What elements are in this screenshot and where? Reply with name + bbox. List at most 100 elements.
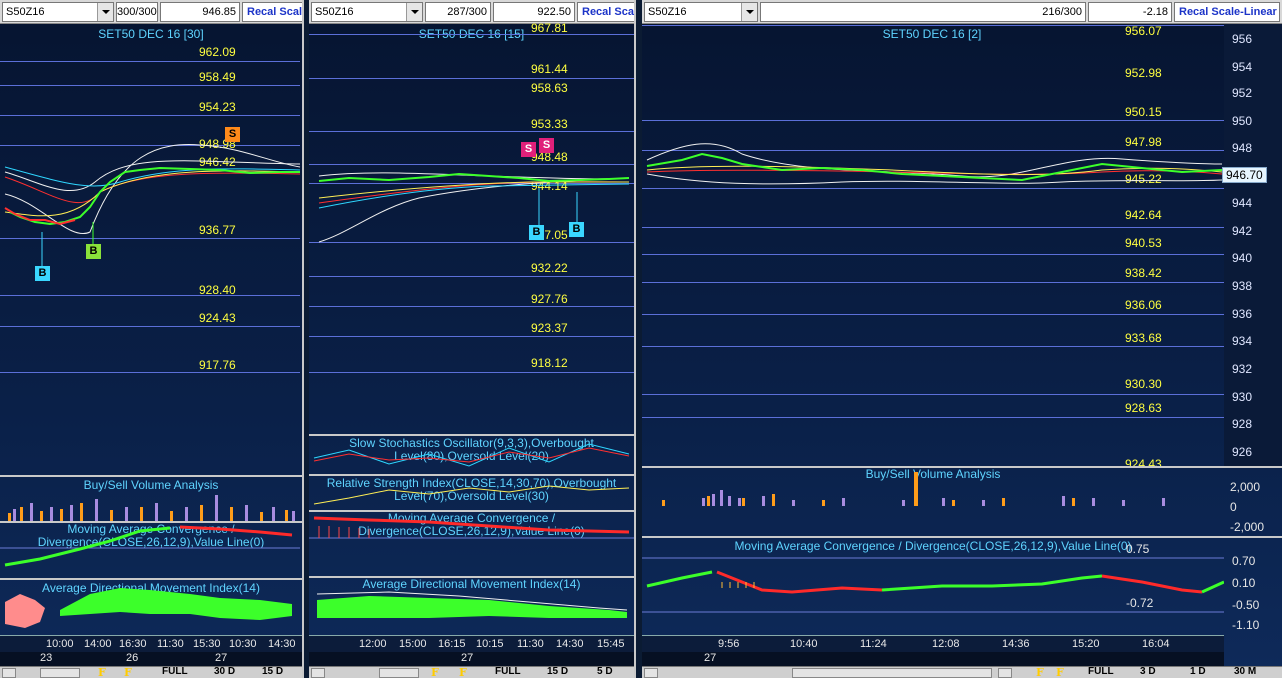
- formula-icon[interactable]: F: [431, 666, 439, 678]
- symbol-select[interactable]: S50Z16: [2, 2, 114, 22]
- time-label: 16:15: [438, 638, 466, 650]
- y-tick: 948: [1232, 141, 1253, 155]
- price-display: 922.50: [493, 2, 575, 22]
- scroll-thumb[interactable]: [792, 668, 992, 678]
- macd-tick: -1.10: [1232, 618, 1260, 632]
- symbol-value: S50Z16: [6, 6, 45, 18]
- time-label: 14:30: [268, 638, 296, 650]
- bar-count: 300/300: [116, 2, 158, 22]
- scroll-right-button[interactable]: [998, 668, 1012, 678]
- symbol-select[interactable]: S50Z16: [644, 2, 758, 22]
- pane-bottom-toolbar: F F FULL 3 D 1 D 30 M: [642, 666, 1282, 678]
- rsi-indicator-panel[interactable]: Relative Strength Index(CLOSE,14,30,70),…: [309, 476, 634, 510]
- date-label: 23: [40, 652, 53, 664]
- adx-indicator-panel[interactable]: Average Directional Movement Index(14): [309, 578, 634, 635]
- pane-toolbar: S50Z16 300/300 946.85 Recal Scale: [0, 0, 302, 24]
- y-tick: 928: [1232, 417, 1253, 431]
- price-chart-area[interactable]: 962.09 958.49 954.23 948.98 946.42 936.7…: [0, 42, 302, 474]
- date-label: 27: [704, 652, 717, 664]
- y-tick: 956: [1232, 32, 1253, 46]
- volume-bars-svg: [8, 495, 295, 521]
- y-tick: 942: [1232, 224, 1253, 238]
- range-30d-button[interactable]: 30 D: [214, 666, 235, 677]
- time-label: 10:40: [790, 638, 818, 650]
- range-1d-button[interactable]: 1 D: [1190, 666, 1206, 677]
- y-tick: 930: [1232, 390, 1253, 404]
- macd-value: 0.75: [1126, 542, 1150, 556]
- sell-signal-marker[interactable]: S: [521, 142, 536, 157]
- sell-signal-marker[interactable]: S: [539, 138, 554, 153]
- volume-indicator-panel[interactable]: Buy/Sell Volume Analysis: [0, 477, 302, 521]
- price-chart-area[interactable]: 967.81 961.44 958.63 953.33 948.48 944.1…: [309, 21, 634, 434]
- volume-tick: -2,000: [1230, 520, 1265, 534]
- stochastic-indicator-panel[interactable]: Slow Stochastics Oscillator(9,3,3),Overb…: [309, 436, 634, 474]
- y-tick: 940: [1232, 251, 1253, 265]
- sell-signal-marker[interactable]: S: [225, 127, 240, 142]
- range-5d-button[interactable]: 5 D: [597, 666, 613, 677]
- price-display: 946.85: [160, 2, 240, 22]
- chevron-down-icon[interactable]: [741, 3, 757, 21]
- macd-indicator-panel[interactable]: Moving Average Convergence / Divergence(…: [0, 523, 302, 578]
- time-label: 14:30: [556, 638, 584, 650]
- range-15d-button[interactable]: 15 D: [547, 666, 568, 677]
- price-chart-area[interactable]: 956.07 952.98 950.15 947.98 945.22 942.6…: [642, 24, 1224, 471]
- rsi-svg: [313, 485, 630, 505]
- chart-title: SET50 DEC 16 [30]: [98, 27, 204, 41]
- range-full-button[interactable]: FULL: [495, 666, 521, 677]
- scroll-left-button[interactable]: [644, 668, 658, 678]
- time-label: 15:45: [597, 638, 625, 650]
- recal-scale-button[interactable]: Recal Scale-Linear: [1174, 2, 1280, 22]
- time-label: 11:30: [157, 638, 184, 650]
- time-axis: 12:00 15:00 16:15 10:15 11:30 14:30 15:4…: [309, 635, 634, 652]
- scroll-thumb[interactable]: [379, 668, 419, 678]
- time-label: 16:04: [1142, 638, 1170, 650]
- y-tick: 950: [1232, 114, 1253, 128]
- y-tick: 932: [1232, 362, 1253, 376]
- scroll-left-button[interactable]: [311, 668, 325, 678]
- symbol-value: S50Z16: [648, 6, 687, 18]
- chevron-down-icon[interactable]: [97, 3, 113, 21]
- formula-icon[interactable]: F: [1056, 666, 1064, 678]
- range-15d-button[interactable]: 15 D: [262, 666, 283, 677]
- time-axis: 10:00 14:00 16:30 11:30 15:30 10:30 14:3…: [0, 635, 302, 652]
- bar-count: 216/300: [760, 2, 1086, 22]
- volume-tick: 2,000: [1230, 480, 1261, 494]
- pane-bottom-toolbar: F F FULL 30 D 15 D: [0, 666, 302, 678]
- formula-icon[interactable]: F: [1036, 666, 1044, 678]
- pane-toolbar: S50Z16 287/300 922.50 Recal Scale: [309, 0, 634, 24]
- chevron-down-icon[interactable]: [406, 3, 422, 21]
- price-axis[interactable]: 956 954 952 950 948 946.70 944 942 940 9…: [1222, 24, 1282, 466]
- buy-signal-marker[interactable]: B: [35, 266, 50, 281]
- time-label: 11:24: [860, 638, 887, 650]
- volume-indicator-panel[interactable]: Buy/Sell Volume Analysis 2,000 0 -2,000: [642, 468, 1282, 536]
- scroll-thumb[interactable]: [40, 668, 80, 678]
- adx-indicator-panel[interactable]: Average Directional Movement Index(14): [0, 580, 302, 635]
- buy-signal-marker[interactable]: B: [529, 225, 544, 240]
- range-3d-button[interactable]: 3 D: [1140, 666, 1156, 677]
- recal-scale-button[interactable]: Recal Scale: [577, 2, 634, 22]
- stochastic-svg: [313, 443, 630, 467]
- price-display: -2.18: [1088, 2, 1172, 22]
- recal-scale-button[interactable]: Recal Scale: [242, 2, 302, 22]
- time-label: 10:00: [46, 638, 74, 650]
- bar-count: 287/300: [425, 2, 491, 22]
- macd-indicator-panel[interactable]: Moving Average Convergence / Divergence(…: [642, 538, 1282, 635]
- buy-signal-marker[interactable]: B: [86, 244, 101, 259]
- scroll-left-button[interactable]: [2, 668, 16, 678]
- range-full-button[interactable]: FULL: [1088, 666, 1114, 677]
- pane-toolbar: S50Z16 216/300 -2.18 Recal Scale-Linear: [642, 0, 1282, 24]
- macd-indicator-panel[interactable]: Moving Average Convergence / Divergence(…: [309, 512, 634, 576]
- y-tick: 938: [1232, 279, 1253, 293]
- macd-tick: 0.70: [1232, 554, 1256, 568]
- price-series-svg: [318, 172, 630, 243]
- formula-icon[interactable]: F: [98, 666, 106, 678]
- symbol-value: S50Z16: [315, 6, 354, 18]
- buy-signal-marker[interactable]: B: [569, 222, 584, 237]
- range-30m-button[interactable]: 30 M: [1234, 666, 1256, 677]
- adx-svg: [316, 591, 628, 618]
- formula-icon[interactable]: F: [459, 666, 467, 678]
- formula-icon[interactable]: F: [124, 666, 132, 678]
- time-label: 10:30: [229, 638, 257, 650]
- range-full-button[interactable]: FULL: [162, 666, 188, 677]
- symbol-select[interactable]: S50Z16: [311, 2, 423, 22]
